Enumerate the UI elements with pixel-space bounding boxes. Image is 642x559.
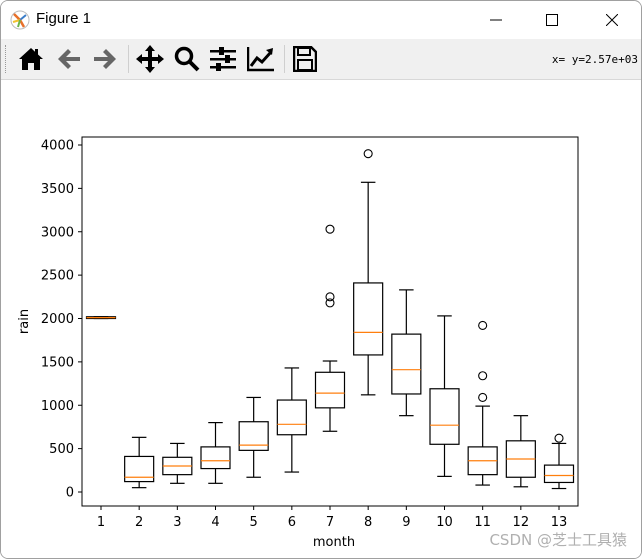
figure-window: Figure 1 x= y=2.57e+03 0 500 1000 1500 2… bbox=[0, 0, 642, 559]
arrow-left-icon bbox=[58, 49, 80, 69]
plot-area bbox=[81, 136, 579, 507]
y-axis-label: rain bbox=[17, 309, 32, 334]
edit-axis-button[interactable] bbox=[245, 43, 277, 75]
toolbar-separator bbox=[128, 45, 129, 73]
x-tick-label: 12 bbox=[513, 515, 530, 530]
toolbar-separator bbox=[284, 45, 285, 73]
y-tick-label: 1500 bbox=[41, 355, 74, 370]
magnifier-icon bbox=[174, 46, 200, 72]
home-icon bbox=[19, 48, 43, 70]
x-tick-label: 11 bbox=[474, 515, 491, 530]
forward-button[interactable] bbox=[89, 43, 121, 75]
x-tick-label: 8 bbox=[364, 515, 372, 530]
y-tick-label: 0 bbox=[66, 486, 74, 501]
minimize-button[interactable] bbox=[473, 5, 519, 35]
maximize-button[interactable] bbox=[529, 5, 575, 35]
back-button[interactable] bbox=[53, 43, 85, 75]
minimize-icon bbox=[490, 19, 502, 21]
zoom-button[interactable] bbox=[171, 43, 203, 75]
y-tick-label: 1000 bbox=[41, 399, 74, 414]
x-tick-label: 2 bbox=[135, 515, 143, 530]
boxplot-chart: 050010001500200025003000350040001 2 3 4 5 6 7 8… bbox=[17, 136, 579, 550]
close-button[interactable] bbox=[589, 5, 635, 35]
x-tick-label: 6 bbox=[288, 515, 296, 530]
floppy-disk-icon bbox=[293, 46, 317, 72]
arrow-right-icon bbox=[94, 49, 116, 69]
toolbar-grip[interactable] bbox=[5, 45, 8, 73]
save-button[interactable] bbox=[289, 43, 321, 75]
y-tick-label: 500 bbox=[49, 442, 74, 457]
sliders-icon bbox=[210, 47, 236, 71]
matplotlib-logo-icon bbox=[10, 10, 30, 30]
x-tick-label: 3 bbox=[173, 515, 181, 530]
y-tick-label: 3500 bbox=[41, 182, 74, 197]
navigation-toolbar: x= y=2.57e+03 bbox=[1, 39, 641, 80]
cursor-coordinates: x= y=2.57e+03 bbox=[551, 53, 638, 66]
configure-subplots-button[interactable] bbox=[207, 43, 239, 75]
y-tick-label: 2000 bbox=[41, 312, 74, 327]
maximize-icon bbox=[546, 14, 558, 26]
pan-button[interactable] bbox=[134, 43, 166, 75]
move-icon bbox=[136, 45, 164, 73]
x-tick-label: 10 bbox=[436, 515, 453, 530]
title-bar: Figure 1 bbox=[1, 1, 641, 39]
close-icon bbox=[606, 14, 618, 26]
x-tick-label: 9 bbox=[402, 515, 410, 530]
window-title: Figure 1 bbox=[36, 10, 92, 27]
y-tick-label: 2500 bbox=[41, 269, 74, 284]
x-axis-label: month bbox=[313, 535, 355, 550]
y-tick-label: 4000 bbox=[41, 139, 74, 154]
x-tick-label: 1 bbox=[97, 515, 105, 530]
x-tick-label: 7 bbox=[326, 515, 334, 530]
figure-canvas[interactable]: 0 500 1000 1500 2000 2500 3000 3500 4000 1 2 3 4 5 6 7 8… bbox=[1, 80, 641, 558]
watermark: CSDN @芝士工具猿 bbox=[489, 531, 627, 549]
home-button[interactable] bbox=[15, 43, 47, 75]
x-tick-label: 13 bbox=[551, 515, 568, 530]
x-tick-label: 5 bbox=[250, 515, 258, 530]
y-tick-label: 3000 bbox=[41, 225, 74, 240]
x-tick-label: 4 bbox=[211, 515, 219, 530]
line-chart-icon bbox=[247, 47, 274, 72]
